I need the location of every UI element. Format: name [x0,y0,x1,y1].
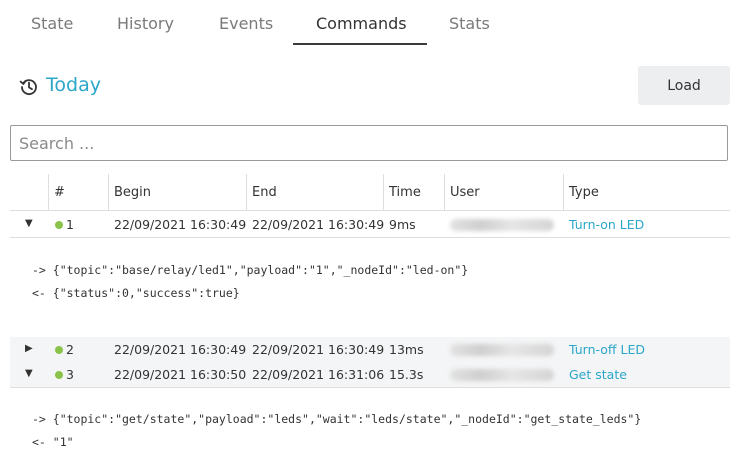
active-tab-indicator [293,43,427,45]
duration: 9ms [389,217,416,232]
column-separator [48,174,49,210]
history-icon [19,77,39,97]
status-dot [55,221,63,229]
column-header-user[interactable]: User [450,185,480,200]
end-time: 22/09/2021 16:30:49 [252,217,385,232]
column-separator [108,174,109,210]
user-redacted [450,369,554,381]
row-divider [10,237,730,238]
status-dot [55,346,63,354]
load-button[interactable]: Load [638,66,730,105]
row-number: 2 [66,342,74,357]
command-type-link[interactable]: Turn-off LED [569,342,645,357]
user-redacted [450,344,554,356]
begin-time: 22/09/2021 16:30:50 [114,367,247,382]
row-number: 3 [66,367,74,382]
command-type-link[interactable]: Turn-on LED [569,217,644,232]
row-number: 1 [66,217,74,232]
tab-state[interactable]: State [31,14,73,33]
column-separator [246,174,247,210]
row-divider [10,210,730,211]
collapse-toggle-icon[interactable]: ▼ [25,218,33,229]
expand-toggle-icon[interactable]: ▶ [25,343,33,354]
column-header-number[interactable]: # [54,185,65,200]
tab-stats[interactable]: Stats [449,14,490,33]
end-time: 22/09/2021 16:31:06 [252,367,385,382]
search-input[interactable] [10,125,728,161]
collapse-toggle-icon[interactable]: ▼ [25,368,33,379]
begin-time: 22/09/2021 16:30:49 [114,342,247,357]
user-redacted [450,219,554,231]
column-separator [563,174,564,210]
commands-page: State History Events Commands Stats Toda… [0,0,740,467]
column-header-end[interactable]: End [252,185,277,200]
tab-events[interactable]: Events [219,14,273,33]
response-payload: <- "1" [32,435,74,449]
column-header-type[interactable]: Type [569,185,599,200]
tab-bar: State History Events Commands Stats [0,0,740,46]
column-separator [383,174,384,210]
duration: 15.3s [389,367,424,382]
request-payload: -> {"topic":"get/state","payload":"leds"… [32,412,642,426]
command-type-link[interactable]: Get state [569,367,627,382]
tab-history[interactable]: History [117,14,174,33]
column-separator [444,174,445,210]
column-header-begin[interactable]: Begin [114,185,151,200]
column-header-time[interactable]: Time [389,185,421,200]
row-divider [10,387,730,388]
begin-time: 22/09/2021 16:30:49 [114,217,247,232]
tab-commands[interactable]: Commands [316,14,407,33]
status-dot [55,371,63,379]
request-payload: -> {"topic":"base/relay/led1","payload":… [32,263,469,277]
period-title[interactable]: Today [46,74,101,96]
end-time: 22/09/2021 16:30:49 [252,342,385,357]
duration: 13ms [389,342,424,357]
response-payload: <- {"status":0,"success":true} [32,286,240,300]
